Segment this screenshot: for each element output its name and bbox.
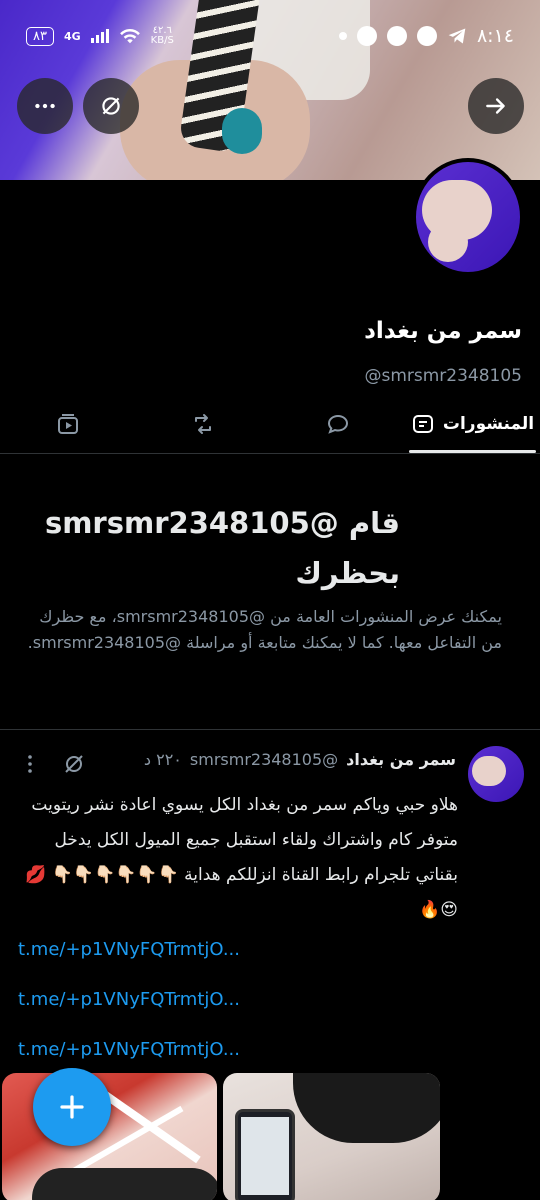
media-phone-screen bbox=[241, 1117, 289, 1195]
more-icon bbox=[35, 103, 55, 109]
avatar-hand-lower bbox=[428, 222, 468, 262]
blocked-description: يمكنك عرض المنشورات العامة من @smrsmr234… bbox=[27, 607, 502, 652]
grok-icon[interactable] bbox=[62, 752, 86, 776]
profile-avatar[interactable] bbox=[412, 158, 524, 276]
tab-media[interactable] bbox=[0, 394, 135, 453]
status-right: ٨:١٤ bbox=[338, 25, 514, 47]
tab-posts-label: المنشورات bbox=[442, 413, 535, 434]
post-actions bbox=[18, 752, 86, 776]
post-media-1[interactable] bbox=[2, 1073, 217, 1200]
section-divider bbox=[0, 729, 540, 730]
status-left: ٨٣ 4G ٤٢.٦ KB/S bbox=[26, 26, 174, 46]
blocked-title: قام @smrsmr2348105 بحظرك bbox=[44, 506, 400, 590]
compose-button[interactable] bbox=[33, 1068, 111, 1146]
profile-handle: @smrsmr2348105 bbox=[364, 366, 522, 386]
reply-icon bbox=[327, 414, 348, 434]
media-top bbox=[32, 1168, 217, 1200]
tab-replies[interactable] bbox=[270, 394, 405, 453]
tab-reposts[interactable] bbox=[135, 394, 270, 453]
signal-icon bbox=[90, 29, 109, 43]
battery-indicator: ٨٣ bbox=[26, 26, 54, 46]
forward-button[interactable] bbox=[468, 78, 524, 134]
grok-button[interactable] bbox=[83, 78, 139, 134]
media-icon bbox=[57, 413, 78, 434]
tab-posts[interactable]: المنشورات bbox=[405, 394, 540, 453]
media-sports-top bbox=[293, 1073, 440, 1143]
profile-tabs: المنشورات bbox=[0, 394, 540, 454]
speed-indicator: ٤٢.٦ KB/S bbox=[151, 26, 174, 46]
speed-unit: KB/S bbox=[150, 35, 174, 46]
plus-icon bbox=[60, 1095, 84, 1119]
post-text: هلاو حبي وياكم سمر من بغداد الكل يسوي اع… bbox=[25, 795, 458, 920]
post-link-2[interactable]: t.me/+p1VNyFQTrmtjO... bbox=[18, 989, 240, 1010]
more-options-button[interactable] bbox=[17, 78, 73, 134]
notification-dot bbox=[338, 32, 347, 40]
post-avatar-hand bbox=[472, 756, 506, 786]
post-time: ٢٢٠ د bbox=[143, 750, 182, 769]
status-bar: ٨٣ 4G ٤٢.٦ KB/S ٨:١٤ bbox=[0, 0, 540, 72]
post-link-3[interactable]: t.me/+p1VNyFQTrmtjO... bbox=[18, 1039, 240, 1060]
snapchat-icon bbox=[416, 26, 437, 46]
banner-nail bbox=[222, 108, 262, 154]
clock: ٨:١٤ bbox=[476, 25, 514, 47]
whatsapp-icon bbox=[386, 26, 407, 46]
post-author[interactable]: سمر من بغداد bbox=[346, 750, 456, 769]
profile-name: سمر من بغداد bbox=[364, 318, 522, 344]
retweet-icon bbox=[194, 413, 211, 434]
wifi-icon bbox=[119, 28, 140, 44]
telegram-icon bbox=[448, 28, 466, 44]
network-type: 4G bbox=[63, 29, 81, 43]
post-media-2[interactable] bbox=[223, 1073, 440, 1200]
posts-icon bbox=[412, 414, 433, 433]
post-avatar[interactable] bbox=[468, 746, 524, 802]
post-handle[interactable]: @smrsmr2348105 bbox=[190, 750, 338, 769]
arrow-right-icon bbox=[486, 98, 505, 114]
post-header: سمر من بغداد @smrsmr2348105 ٢٢٠ د bbox=[56, 750, 456, 769]
post-link-1[interactable]: t.me/+p1VNyFQTrmtjO... bbox=[18, 939, 240, 960]
more-vertical-icon[interactable] bbox=[18, 752, 42, 776]
messages-icon bbox=[356, 26, 377, 46]
grok-icon bbox=[102, 97, 120, 115]
